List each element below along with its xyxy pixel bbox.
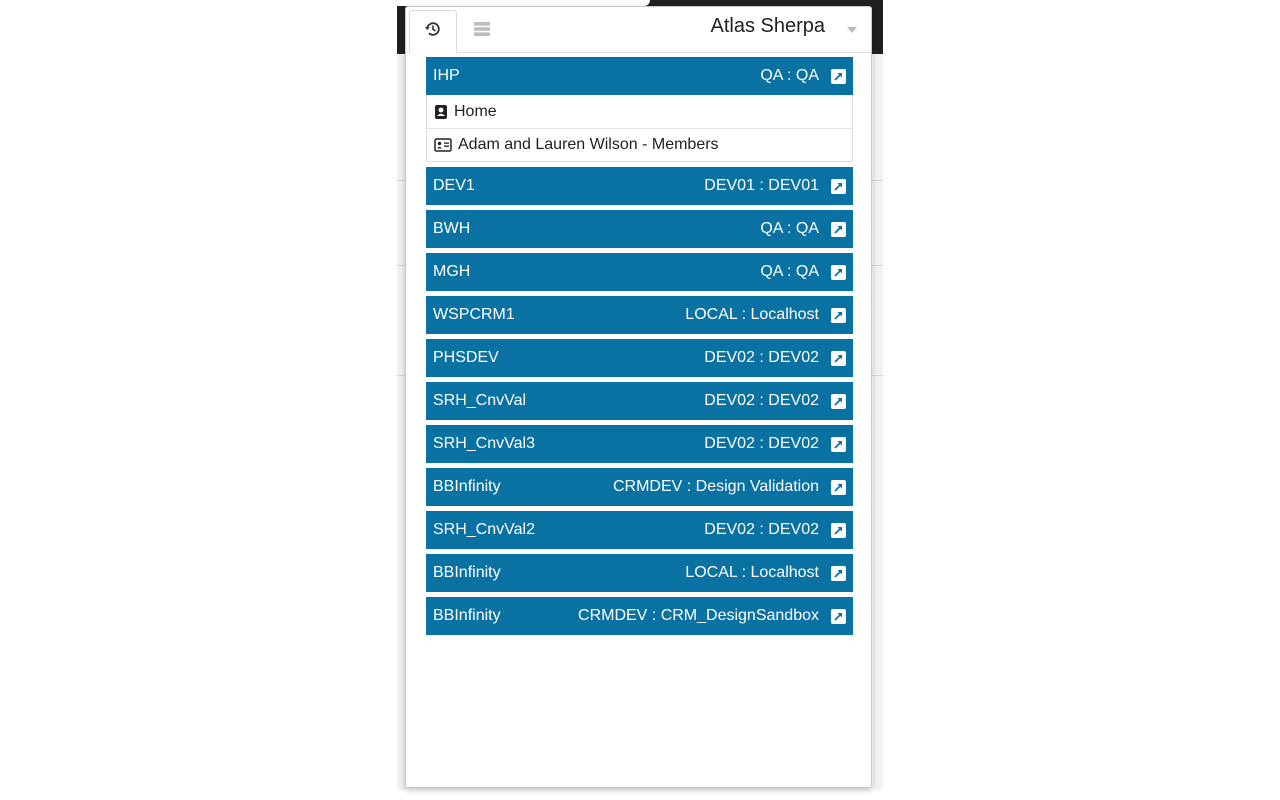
environment-group: PHSDEV DEV02 : DEV02: [426, 339, 853, 377]
environment-group: IHP QA : QA Home Adam and Lauren Wilson - M…: [426, 57, 853, 162]
app-title: Atlas Sherpa: [710, 15, 825, 37]
environment-row[interactable]: SRH_CnvVal2 DEV02 : DEV02: [426, 511, 853, 549]
environment-row[interactable]: IHP QA : QA: [426, 57, 853, 95]
open-external-icon[interactable]: [831, 565, 846, 581]
environment-group: BBInfinity CRMDEV : Design Validation: [426, 468, 853, 506]
open-external-icon[interactable]: [831, 350, 846, 366]
environment-name: WSPCRM1: [433, 306, 515, 323]
environment-list: IHP QA : QA Home Adam and Lauren Wilson - M…: [426, 57, 853, 640]
environment-group: SRH_CnvVal3 DEV02 : DEV02: [426, 425, 853, 463]
environment-target: DEV02 : DEV02: [704, 435, 819, 452]
environment-row[interactable]: PHSDEV DEV02 : DEV02: [426, 339, 853, 377]
environment-name: SRH_CnvVal: [433, 392, 527, 409]
recent-record-item[interactable]: Adam and Lauren Wilson - Members: [427, 128, 852, 161]
environment-group: SRH_CnvVal2 DEV02 : DEV02: [426, 511, 853, 549]
environment-name: MGH: [433, 263, 471, 280]
open-external-icon[interactable]: [831, 264, 846, 280]
backdrop-right: [873, 54, 883, 790]
open-external-icon[interactable]: [831, 522, 846, 538]
environment-row[interactable]: MGH QA : QA: [426, 253, 853, 291]
open-external-icon[interactable]: [831, 608, 846, 624]
environment-target: QA : QA: [760, 67, 819, 84]
environment-name: DEV1: [433, 177, 475, 194]
environment-target: DEV02 : DEV02: [704, 392, 819, 409]
server-icon: [473, 21, 491, 42]
open-external-icon[interactable]: [831, 393, 846, 409]
environment-group: BBInfinity LOCAL : Localhost: [426, 554, 853, 592]
page: Atlas Sherpa IHP QA : QA Home Adam and Laur…: [0, 0, 1280, 800]
recent-record-item[interactable]: Home: [427, 95, 852, 128]
environment-row[interactable]: DEV1 DEV01 : DEV01: [426, 167, 853, 205]
environment-row[interactable]: SRH_CnvVal DEV02 : DEV02: [426, 382, 853, 420]
open-external-icon[interactable]: [831, 178, 846, 194]
tab-servers[interactable]: [458, 10, 506, 52]
chevron-down-icon[interactable]: [847, 27, 857, 33]
environment-target: LOCAL : Localhost: [685, 564, 819, 581]
environment-name: SRH_CnvVal3: [433, 435, 535, 452]
environment-row[interactable]: BBInfinity LOCAL : Localhost: [426, 554, 853, 592]
environment-row[interactable]: WSPCRM1 LOCAL : Localhost: [426, 296, 853, 334]
tab-history[interactable]: [409, 10, 457, 53]
environment-row[interactable]: BBInfinity CRMDEV : Design Validation: [426, 468, 853, 506]
recent-record-label: Adam and Lauren Wilson - Members: [458, 136, 719, 153]
open-external-icon[interactable]: [831, 307, 846, 323]
recent-record-label: Home: [454, 102, 497, 120]
open-external-icon[interactable]: [831, 479, 846, 495]
environment-group: SRH_CnvVal DEV02 : DEV02: [426, 382, 853, 420]
contact-book-icon: [434, 104, 448, 120]
environment-target: DEV02 : DEV02: [704, 349, 819, 366]
id-card-icon: [434, 138, 452, 152]
environment-row[interactable]: BWH QA : QA: [426, 210, 853, 248]
environment-group: WSPCRM1 LOCAL : Localhost: [426, 296, 853, 334]
environment-name: IHP: [433, 67, 460, 84]
environment-target: LOCAL : Localhost: [685, 306, 819, 323]
environment-name: BBInfinity: [433, 478, 501, 495]
environment-name: BBInfinity: [433, 607, 501, 624]
environment-target: CRMDEV : CRM_DesignSandbox: [578, 607, 819, 624]
environment-target: QA : QA: [760, 263, 819, 280]
open-external-icon[interactable]: [831, 68, 846, 84]
environment-group: BBInfinity CRMDEV : CRM_DesignSandbox: [426, 597, 853, 635]
extension-popup: Atlas Sherpa IHP QA : QA Home Adam and Laur…: [405, 6, 872, 788]
environment-group: MGH QA : QA: [426, 253, 853, 291]
environment-target: DEV01 : DEV01: [704, 177, 819, 194]
history-icon: [424, 20, 442, 43]
environment-name: BWH: [433, 220, 471, 237]
environment-target: QA : QA: [760, 220, 819, 237]
recent-records: Home Adam and Lauren Wilson - Members: [426, 95, 853, 162]
popup-header: Atlas Sherpa: [406, 7, 871, 53]
environment-target: DEV02 : DEV02: [704, 521, 819, 538]
environment-name: SRH_CnvVal2: [433, 521, 535, 538]
environment-group: DEV1 DEV01 : DEV01: [426, 167, 853, 205]
environment-name: PHSDEV: [433, 349, 499, 366]
environment-row[interactable]: BBInfinity CRMDEV : CRM_DesignSandbox: [426, 597, 853, 635]
environment-group: BWH QA : QA: [426, 210, 853, 248]
open-external-icon[interactable]: [831, 436, 846, 452]
open-external-icon[interactable]: [831, 221, 846, 237]
environment-target: CRMDEV : Design Validation: [612, 478, 819, 495]
environment-name: BBInfinity: [433, 564, 501, 581]
environment-row[interactable]: SRH_CnvVal3 DEV02 : DEV02: [426, 425, 853, 463]
